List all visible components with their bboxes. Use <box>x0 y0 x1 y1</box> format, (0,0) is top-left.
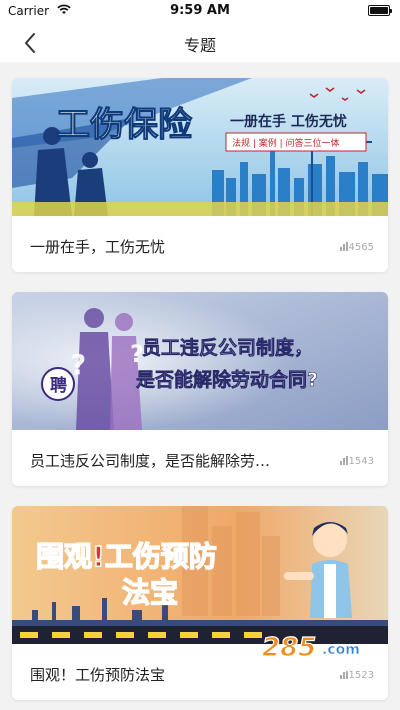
card-title: 一册在手，工伤无忧 <box>30 238 166 256</box>
topic-banner-image: 工伤保险 一册在手 工伤无忧 法规 | 案例 | 问答三位一体 <box>12 78 388 216</box>
topic-banner-image: 围观!工伤预防 法宝 <box>12 506 388 644</box>
view-count-value: 1543 <box>348 456 374 467</box>
banner-line-2: 法宝 <box>122 576 178 609</box>
topic-card-employee-violation[interactable]: ? ? 聘 员工违反公司制度， 是否能解除劳动合同? 员工违反公司制度，是否能解… <box>12 292 388 486</box>
navigation-bar: 专题 <box>0 22 400 62</box>
banner-slogan: 一册在手 工伤无忧 <box>230 113 347 130</box>
topic-banner-image: ? ? 聘 员工违反公司制度， 是否能解除劳动合同? <box>12 292 388 430</box>
view-count: 1543 <box>339 456 374 468</box>
card-title: 员工违反公司制度，是否能解除劳… <box>30 452 271 470</box>
banner-line-1: 员工违反公司制度， <box>142 336 313 359</box>
view-count: 4565 <box>339 242 374 254</box>
banner-heading: 工伤保险 <box>56 105 193 145</box>
banner-tagline: 法规 | 案例 | 问答三位一体 <box>232 137 340 149</box>
bar-chart-icon <box>339 242 348 254</box>
status-bar: Carrier 9:59 AM <box>0 0 400 22</box>
topic-card-work-injury-insurance[interactable]: 工伤保险 一册在手 工伤无忧 法规 | 案例 | 问答三位一体 一册在手，工伤无… <box>12 78 388 272</box>
banner-line-2: 是否能解除劳动合同? <box>136 368 318 391</box>
watermark-subtitle: 手游网 <box>326 658 365 672</box>
status-time: 9:59 AM <box>170 3 230 18</box>
view-count-value: 4565 <box>348 242 374 253</box>
watermark-brand: 285 <box>262 633 316 663</box>
watermark-suffix: .com <box>322 642 360 658</box>
recruit-badge: 聘 <box>50 375 67 396</box>
bar-chart-icon <box>339 456 348 468</box>
page-title: 专题 <box>183 36 216 55</box>
battery-icon <box>368 5 392 16</box>
banner-line-1: 围观!工伤预防 <box>36 540 217 573</box>
site-watermark-logo: 285 .com 手游网 <box>261 632 382 674</box>
